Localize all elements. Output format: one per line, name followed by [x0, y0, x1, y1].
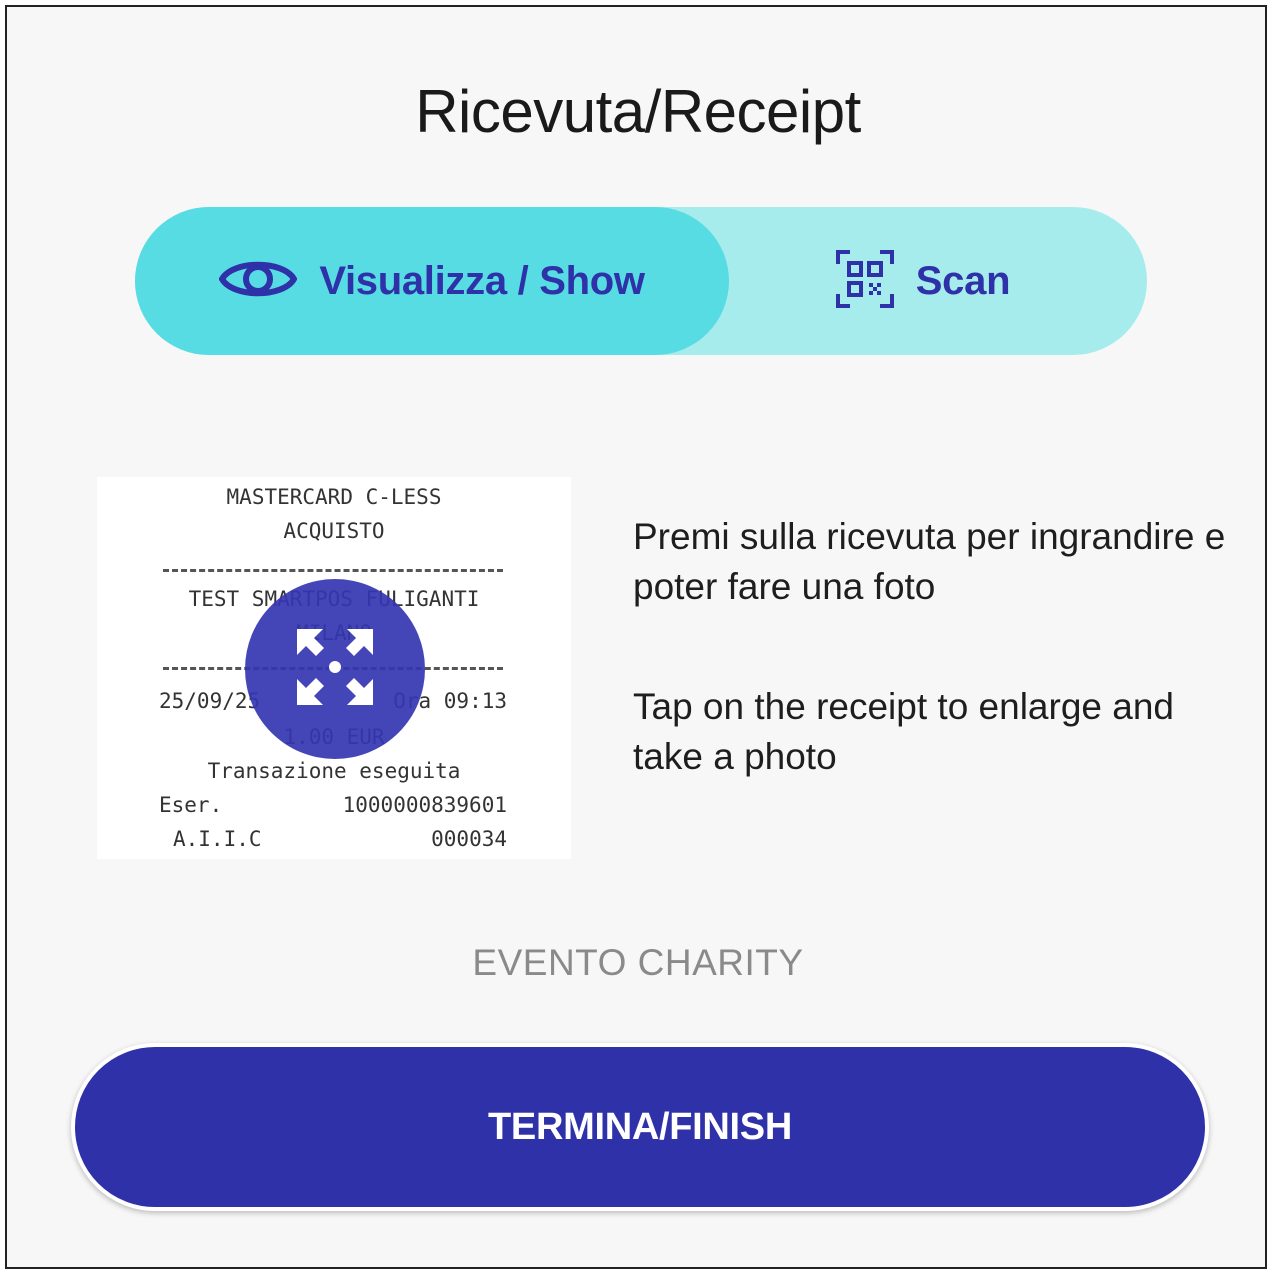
receipt-eser-row: Eser. 1000000839601 [159, 793, 507, 817]
show-toggle-option[interactable]: Visualizza / Show [135, 207, 729, 355]
screen: Ricevuta/Receipt Visualizza / Show Scan … [5, 5, 1267, 1269]
scan-toggle-option[interactable]: Scan [729, 207, 1147, 355]
view-mode-toggle: Visualizza / Show Scan [135, 207, 1147, 355]
receipt-date: 25/09/25 [159, 689, 261, 713]
finish-button-label: TERMINA/FINISH [487, 1105, 792, 1148]
expand-receipt-button[interactable] [245, 579, 425, 759]
receipt-eser-label: Eser. [159, 793, 223, 817]
receipt-aiic-value: 000034 [431, 827, 507, 851]
receipt-aiic-row: A.I.I.C 000034 [173, 827, 507, 851]
instruction-english: Tap on the receipt to enlarge and take a… [633, 686, 1174, 777]
qr-scan-icon [835, 249, 894, 313]
expand-icon [293, 625, 377, 714]
receipt-status: Transazione eseguita [207, 759, 461, 783]
finish-button[interactable]: TERMINA/FINISH [71, 1043, 1209, 1211]
receipt-divider [163, 569, 503, 572]
receipt-aiic-label: A.I.I.C [173, 827, 262, 851]
event-name: EVENTO CHARITY [472, 942, 804, 983]
instruction-italian: Premi sulla ricevuta per ingrandire e po… [633, 516, 1226, 607]
receipt-eser-value: 1000000839601 [342, 793, 507, 817]
receipt-instructions: Premi sulla ricevuta per ingrandire e po… [633, 512, 1253, 852]
scan-toggle-label: Scan [915, 258, 1011, 303]
eye-icon [218, 254, 298, 309]
receipt-line-card: MASTERCARD C-LESS [226, 485, 442, 509]
show-toggle-label: Visualizza / Show [319, 258, 645, 303]
receipt-line-type: ACQUISTO [283, 519, 385, 543]
page-title: Ricevuta/Receipt [415, 78, 861, 145]
receipt-time: 09:13 [443, 689, 507, 713]
